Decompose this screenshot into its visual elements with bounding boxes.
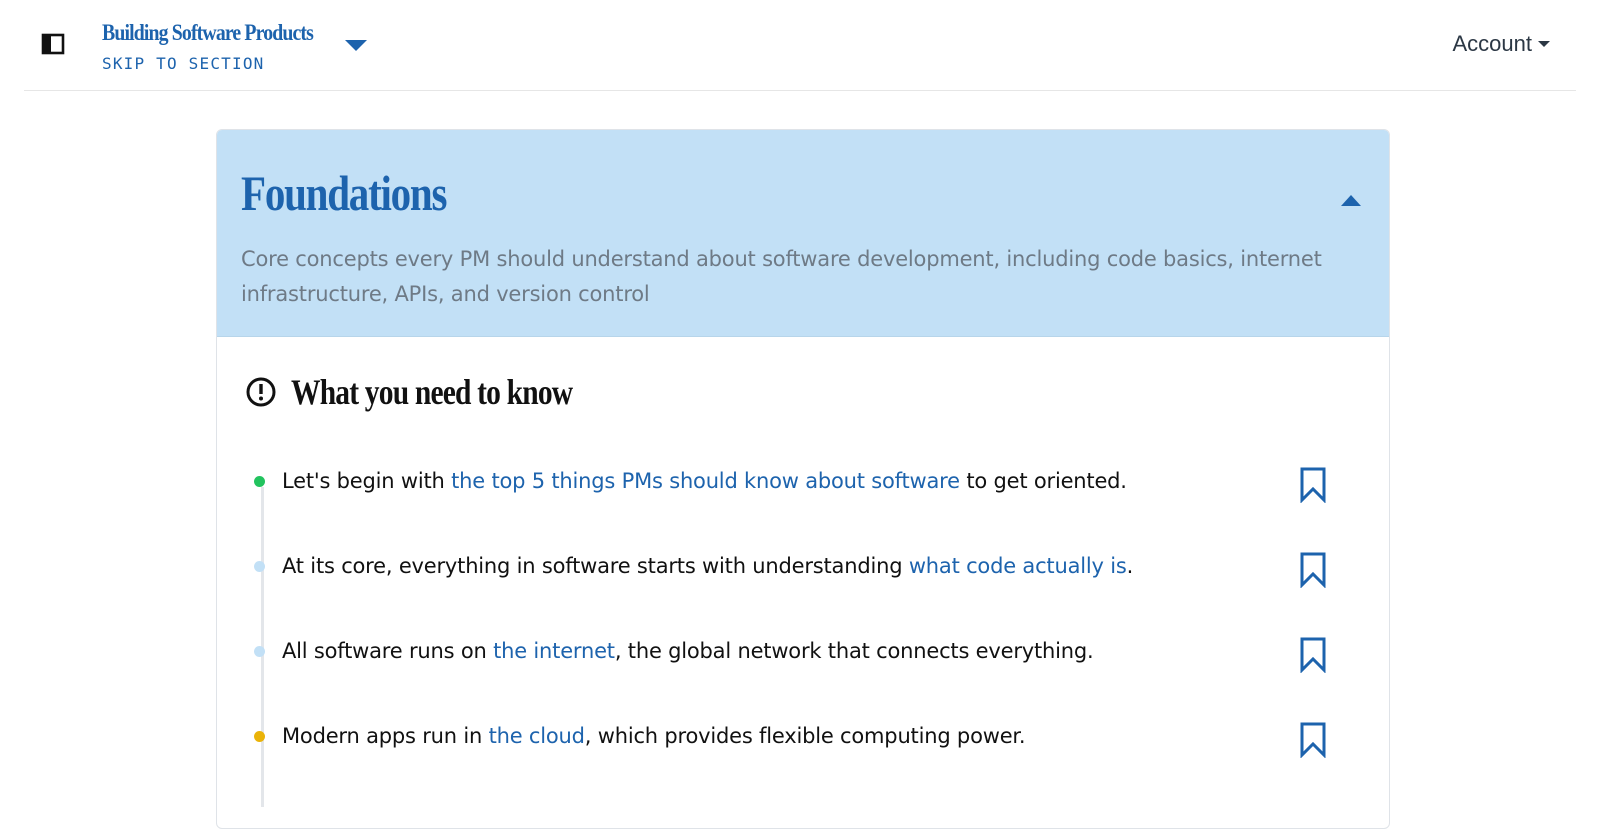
status-dot [254,561,265,572]
section-card: Foundations Core concepts every PM shoul… [216,129,1390,829]
skip-to-section-link[interactable]: SKIP TO SECTION [102,54,347,73]
bookmark-icon[interactable] [1299,552,1327,588]
section-header: Foundations Core concepts every PM shoul… [217,130,1389,337]
item-text: All software runs on the internet, the g… [282,639,1094,663]
list-item: Modern apps run in the cloud, which prov… [247,719,1357,779]
item-link[interactable]: the cloud [489,724,585,748]
item-link[interactable]: what code actually is [909,554,1127,578]
course-brand: Building Software Products SKIP TO SECTI… [102,18,347,73]
alert-circle-icon [246,377,276,407]
status-dot [254,731,265,742]
item-link[interactable]: the internet [493,639,615,663]
section-title: Foundations [241,165,447,221]
item-text: Modern apps run in the cloud, which prov… [282,724,1026,748]
sidebar-toggle-icon[interactable] [40,32,66,56]
list-item: Let's begin with the top 5 things PMs sh… [247,464,1357,524]
need-to-know-title: What you need to know [291,372,573,412]
account-menu[interactable]: Account [1452,31,1550,57]
list-item: At its core, everything in software star… [247,549,1357,609]
bookmark-icon[interactable] [1299,637,1327,673]
course-title[interactable]: Building Software Products [102,18,314,48]
top-header: Building Software Products SKIP TO SECTI… [24,0,1576,91]
bookmark-icon[interactable] [1299,467,1327,503]
status-dot [254,476,265,487]
item-link[interactable]: the top 5 things PMs should know about s… [451,469,960,493]
bookmark-icon[interactable] [1299,722,1327,758]
account-caret-icon [1538,41,1550,47]
item-text: Let's begin with the top 5 things PMs sh… [282,469,1127,493]
caret-up-icon[interactable] [1339,190,1363,210]
account-label: Account [1452,31,1533,56]
list-item: All software runs on the internet, the g… [247,634,1357,694]
status-dot [254,646,265,657]
item-text: At its core, everything in software star… [282,554,1134,578]
section-description: Core concepts every PM should understand… [241,247,1322,306]
need-to-know-heading: What you need to know [245,367,634,417]
caret-down-icon[interactable] [344,38,368,52]
